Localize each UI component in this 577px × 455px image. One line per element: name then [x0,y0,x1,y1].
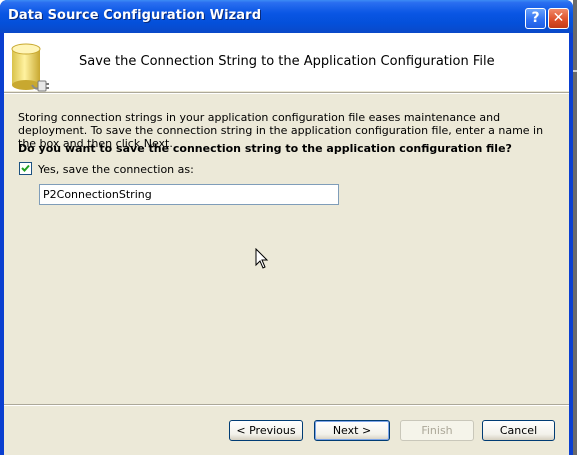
page-title: Save the Connection String to the Applic… [79,54,495,69]
finish-button[interactable]: Finish [400,420,474,441]
connection-name-input[interactable] [39,184,339,205]
wizard-window: Data Source Configuration Wizard ? ✕ Sav… [0,0,573,455]
window-title: Data Source Configuration Wizard [8,8,262,23]
wizard-header: Save the Connection String to the Applic… [4,33,569,92]
background-edge-highlight [573,70,577,72]
cancel-button[interactable]: Cancel [482,420,555,441]
database-connection-icon [11,43,49,92]
title-bar[interactable]: Data Source Configuration Wizard ? ✕ [0,0,573,33]
header-divider-highlight [4,93,569,94]
next-button[interactable]: Next > [314,420,390,441]
background-window-edge [573,0,577,455]
dialog-client-area: Save the Connection String to the Applic… [4,33,569,455]
save-connection-label[interactable]: Yes, save the connection as: [38,163,194,176]
checkmark-icon [21,164,30,172]
help-icon: ? [531,10,540,26]
save-question: Do you want to save the connection strin… [18,142,512,155]
help-button[interactable]: ? [525,8,546,29]
footer-divider-highlight [4,405,569,406]
previous-button[interactable]: < Previous [229,420,303,441]
save-connection-checkbox[interactable] [19,162,32,175]
close-button[interactable]: ✕ [548,8,569,29]
mouse-cursor-icon [255,248,269,269]
close-icon: ✕ [552,10,565,26]
